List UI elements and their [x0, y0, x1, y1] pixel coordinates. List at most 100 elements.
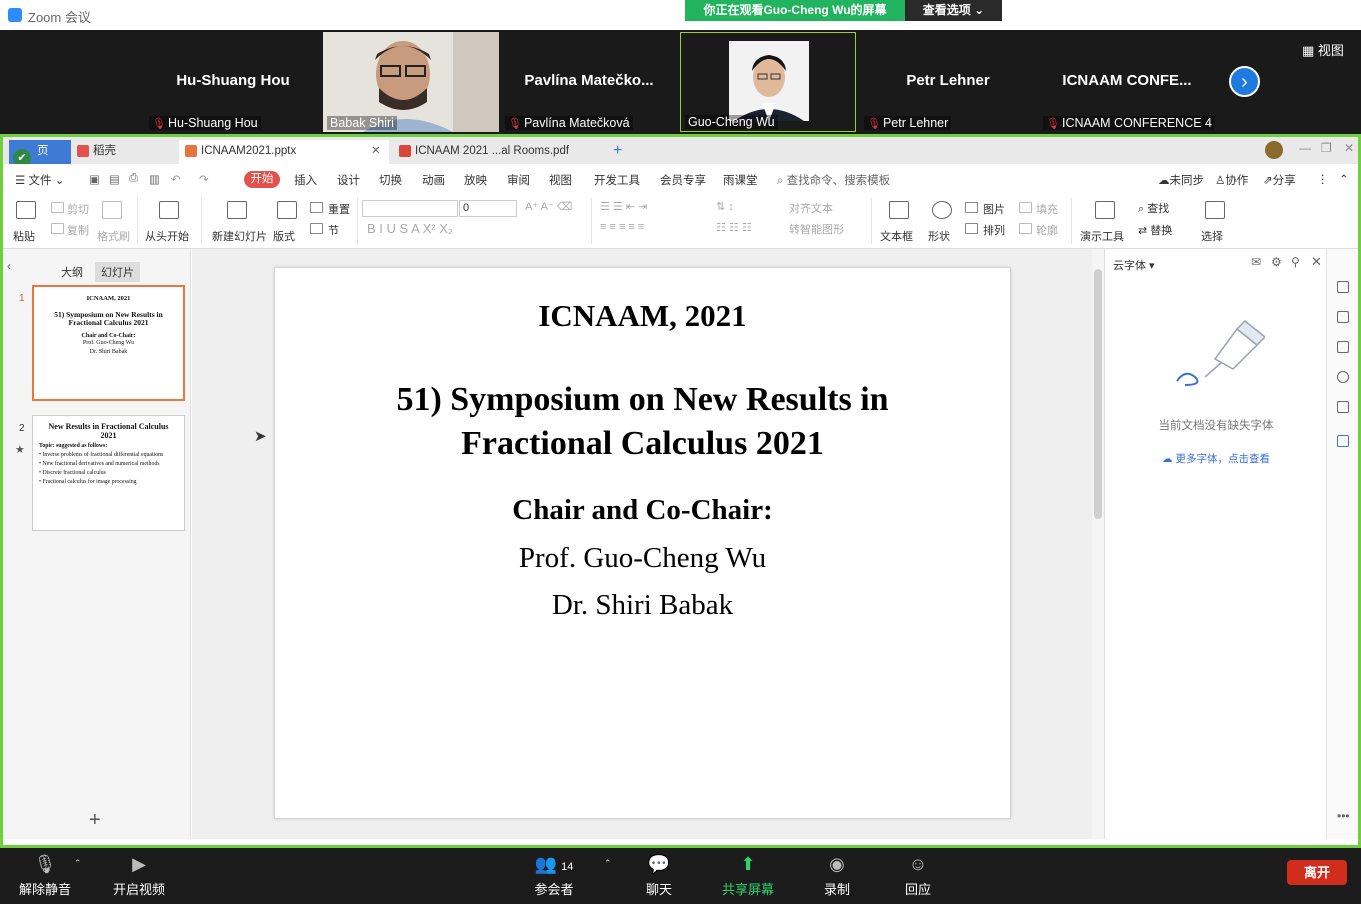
- align-text-button[interactable]: 对齐文本: [789, 200, 833, 216]
- collapse-ribbon-icon[interactable]: ⌃: [1339, 172, 1349, 186]
- menu-dev-tools[interactable]: 开发工具: [594, 172, 640, 188]
- participant-tile-video[interactable]: Babak Shiri: [323, 32, 499, 132]
- text-direction-icons[interactable]: ⇅ ↕: [716, 200, 734, 213]
- arrange-icon[interactable]: [965, 223, 978, 234]
- participant-tile[interactable]: Pavlína Matečko... 🎙 Pavlína Matečková: [501, 32, 677, 132]
- tab-outline[interactable]: 大纲: [55, 262, 89, 282]
- new-slide-button[interactable]: 新建幻灯片: [212, 228, 267, 244]
- reactions-button[interactable]: ☺ 回应: [883, 851, 953, 898]
- share-screen-button[interactable]: ⬆ 共享屏幕: [713, 851, 783, 898]
- leave-button[interactable]: 离开: [1287, 860, 1347, 885]
- share-button[interactable]: ⇗分享: [1263, 172, 1296, 188]
- arrange-button[interactable]: 排列: [983, 222, 1005, 238]
- cut-icon[interactable]: [51, 202, 64, 213]
- font-size-select[interactable]: 0: [459, 200, 517, 217]
- menu-view[interactable]: 视图: [549, 172, 572, 188]
- slide-thumbnail-2[interactable]: New Results in Fractional Calculus 2021 …: [32, 415, 185, 531]
- paste-button[interactable]: 粘贴: [13, 228, 35, 244]
- close-window-icon[interactable]: ✕: [1344, 141, 1354, 155]
- minimize-icon[interactable]: —: [1299, 141, 1311, 155]
- format-painter-icon[interactable]: [102, 201, 122, 219]
- add-slide-button[interactable]: +: [89, 809, 101, 832]
- restore-icon[interactable]: ❐: [1321, 141, 1332, 155]
- reset-button[interactable]: 重置: [328, 201, 350, 217]
- new-tab-button[interactable]: +: [607, 140, 631, 164]
- present-tools-icon[interactable]: [1095, 201, 1115, 219]
- format-painter-button[interactable]: 格式刷: [97, 228, 130, 244]
- tab-docer[interactable]: 稻壳: [71, 140, 175, 164]
- section-button[interactable]: 节: [328, 222, 339, 238]
- font-panel-title[interactable]: 云字体 ▾: [1113, 257, 1155, 273]
- tab-pdf[interactable]: ICNAAM 2021 ...al Rooms.pdf: [393, 140, 603, 164]
- menu-vip[interactable]: 会员专享: [660, 172, 706, 188]
- next-page-button[interactable]: ›: [1229, 66, 1260, 97]
- menu-animation[interactable]: 动画: [422, 172, 445, 188]
- participant-tile-active-speaker[interactable]: Guo-Cheng Wu: [680, 32, 856, 132]
- slide-title[interactable]: ICNAAM, 2021: [275, 298, 1010, 334]
- copy-button[interactable]: 复制: [67, 222, 89, 238]
- layout-button[interactable]: 版式: [273, 228, 295, 244]
- paste-icon[interactable]: [16, 201, 36, 219]
- section-icon[interactable]: [310, 223, 323, 234]
- fill-icon[interactable]: [1019, 202, 1032, 213]
- select-icon[interactable]: [1205, 201, 1225, 219]
- find-button[interactable]: ⌕ 查找: [1138, 200, 1169, 216]
- more-icon[interactable]: •••: [1337, 809, 1350, 823]
- undo-icon[interactable]: ↶: [171, 172, 181, 186]
- export-icon[interactable]: ▤: [109, 172, 120, 186]
- help-icon[interactable]: [1337, 371, 1349, 383]
- redo-icon[interactable]: ↷: [199, 172, 209, 186]
- fill-button[interactable]: 填充: [1036, 201, 1058, 217]
- reset-icon[interactable]: [310, 202, 323, 213]
- replace-button[interactable]: ⇄ 替换: [1138, 222, 1172, 238]
- font-style-icons[interactable]: B I U S A X² X₂: [367, 221, 453, 236]
- list-icons[interactable]: ☰ ☰ ⇤ ⇥: [600, 200, 647, 213]
- user-avatar[interactable]: [1265, 141, 1283, 159]
- scrollbar-thumb[interactable]: [1094, 269, 1102, 519]
- chevron-up-icon[interactable]: ⌃: [604, 858, 612, 869]
- slide-editor[interactable]: ICNAAM, 2021 51) Symposium on New Result…: [274, 267, 1011, 819]
- pin-icon[interactable]: [1337, 311, 1349, 323]
- font-grow-icon[interactable]: A⁺ A⁻ ⌫: [525, 200, 572, 213]
- view-options-button[interactable]: 查看选项 ⌄: [905, 0, 1002, 21]
- align-icons[interactable]: ≡ ≡ ≡ ≡ ≡: [600, 221, 644, 233]
- chevron-up-icon[interactable]: ⌃: [74, 858, 82, 869]
- preview-icon[interactable]: ▥: [149, 172, 160, 186]
- slide-chair-heading[interactable]: Chair and Co-Chair:: [275, 494, 1010, 527]
- collapse-panel-icon[interactable]: ‹: [7, 259, 11, 273]
- comment-icon[interactable]: ✉: [1251, 255, 1261, 269]
- menu-design[interactable]: 设计: [337, 172, 360, 188]
- slide-subtitle[interactable]: 51) Symposium on New Results in Fraction…: [335, 378, 950, 466]
- participant-tile[interactable]: ICNAAM CONFE... 🎙 ICNAAM CONFERENCE 4: [1039, 32, 1215, 132]
- gallery-view-button[interactable]: ▦ 视图: [1302, 40, 1344, 59]
- slide-person-2[interactable]: Dr. Shiri Babak: [275, 589, 1010, 622]
- more-icon[interactable]: ⋮: [1317, 172, 1329, 186]
- pin-icon[interactable]: ⚲: [1291, 255, 1300, 269]
- start-video-button[interactable]: ▶ 开启视频: [104, 851, 174, 898]
- slide-person-1[interactable]: Prof. Guo-Cheng Wu: [275, 542, 1010, 575]
- menu-rain-classroom[interactable]: 雨课堂: [723, 172, 758, 188]
- shape-button[interactable]: 形状: [928, 228, 950, 244]
- present-tools-button[interactable]: 演示工具: [1080, 228, 1124, 244]
- layout-icon[interactable]: [277, 201, 297, 219]
- record-button[interactable]: ◉ 录制: [802, 851, 872, 898]
- menu-start[interactable]: 开始: [244, 171, 280, 188]
- play-from-start-button[interactable]: 从头开始: [145, 228, 189, 244]
- tab-slides[interactable]: 幻灯片: [95, 262, 140, 282]
- print-icon[interactable]: ⎙: [129, 172, 138, 185]
- menu-insert[interactable]: 插入: [294, 172, 317, 188]
- shape-icon[interactable]: [932, 201, 952, 219]
- close-panel-icon[interactable]: ✕: [1311, 254, 1322, 270]
- font-icon[interactable]: [1337, 435, 1349, 447]
- new-slide-icon[interactable]: [227, 201, 247, 219]
- sync-status[interactable]: ☁未同步: [1158, 172, 1204, 188]
- participants-button[interactable]: 👥 14 参会者: [519, 851, 589, 898]
- line-spacing-icons[interactable]: ☷ ☷ ☷: [716, 221, 752, 234]
- play-from-start-icon[interactable]: [159, 201, 179, 219]
- backup-icon[interactable]: [1337, 401, 1349, 413]
- copy-icon[interactable]: [51, 223, 64, 234]
- menu-transition[interactable]: 切换: [379, 172, 402, 188]
- participant-tile[interactable]: Petr Lehner 🎙 Petr Lehner: [860, 32, 1036, 132]
- gear-icon[interactable]: ⚙: [1271, 255, 1282, 269]
- textbox-button[interactable]: 文本框: [880, 228, 913, 244]
